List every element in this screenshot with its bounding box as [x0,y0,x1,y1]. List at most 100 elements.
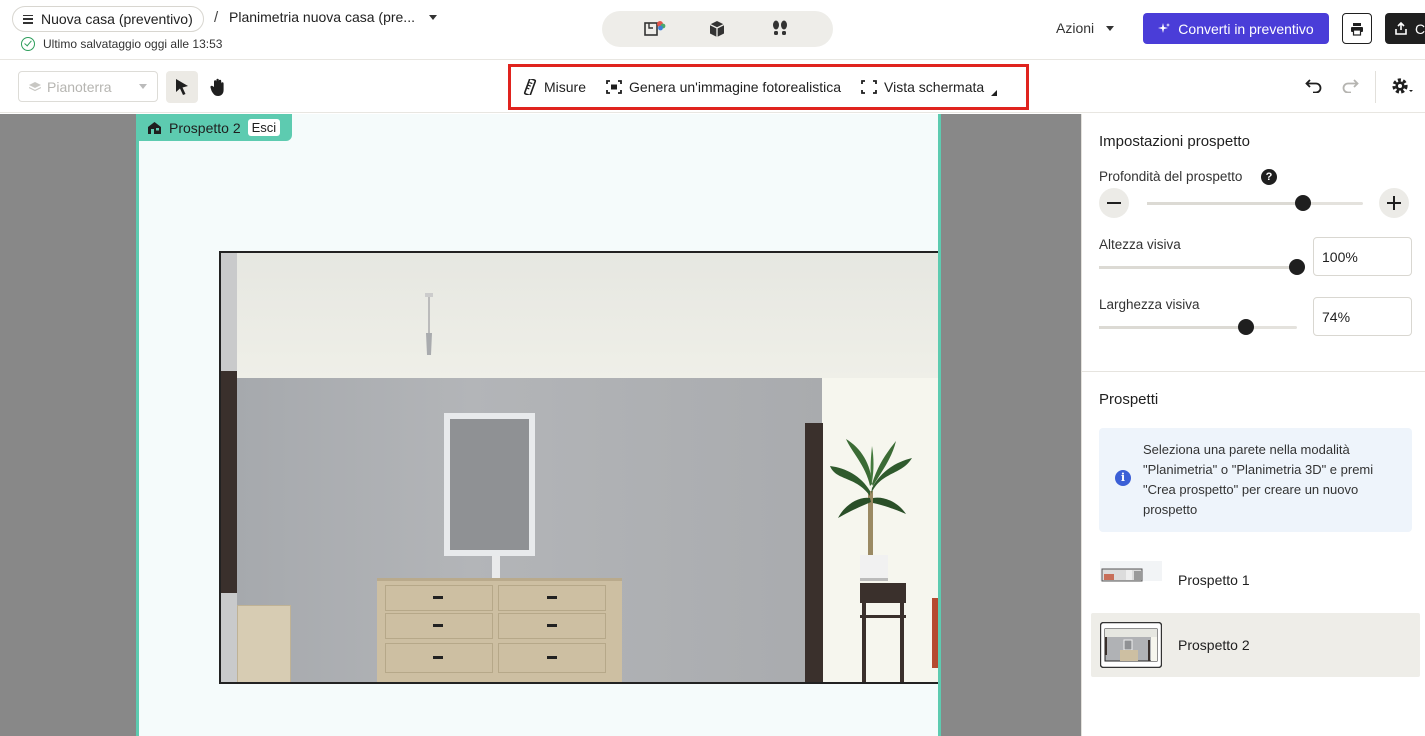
upload-icon [1395,22,1407,35]
photorealistic-label: Genera un'immagine fotorealistica [629,79,842,95]
editor-toolbar: Pianoterra Misure Genera un'immagine fot… [0,61,1425,113]
depth-slider[interactable] [1147,195,1363,211]
elevation-canvas[interactable]: Prospetto 2 Esci [0,114,1081,736]
elevation-item-1[interactable]: Prospetto 1 [1091,548,1420,612]
elevation-thumbnail [1100,557,1162,603]
convert-to-quote-button[interactable]: Converti in preventivo [1143,13,1329,44]
measures-label: Misure [544,79,587,95]
width-label: Larghezza visiva [1099,297,1200,312]
width-input[interactable]: 74% [1313,297,1412,336]
plus-icon [1387,196,1401,210]
plant-pot [860,555,888,581]
select-tool-button[interactable] [166,71,198,103]
ceiling [221,253,938,378]
depth-decrease-button[interactable] [1099,188,1129,218]
hand-icon [210,78,224,96]
redo-button[interactable] [1341,77,1359,96]
undo-icon [1305,79,1322,94]
menu-icon [23,14,33,24]
panel-divider [1082,371,1425,372]
project-menu-button[interactable]: Nuova casa (preventivo) [12,6,204,32]
undo-button[interactable] [1305,77,1323,96]
highlighted-view-tools: Misure Genera un'immagine fotorealistica… [508,64,1029,110]
breadcrumb-separator: / [214,9,219,26]
floorplan-2d-icon[interactable] [640,17,670,41]
exit-elevation-button[interactable]: Esci [247,119,281,136]
width-slider-thumb[interactable] [1237,319,1254,335]
pan-tool-button[interactable] [204,71,232,103]
pendant-lamp [425,293,433,355]
faucet [492,556,500,578]
height-slider[interactable] [1099,259,1305,275]
height-label: Altezza visiva [1099,237,1181,252]
layers-icon [29,81,41,91]
elevation-frame-tag: Prospetto 2 Esci [137,114,292,141]
redo-icon [1342,79,1359,94]
settings-button[interactable] [1390,75,1416,100]
chevron-down-icon [428,14,437,20]
info-text: Seleziona una parete nella modalità "Pla… [1143,442,1374,517]
stool [237,605,291,682]
cursor-arrow-icon [176,79,188,95]
red-object [932,598,938,668]
door-frame-right [805,423,823,682]
door-frame-left [221,371,237,593]
measures-button[interactable]: Misure [523,79,586,95]
view-mode-switch [602,11,833,47]
plant-stand [860,583,906,682]
drawer-handle [433,596,443,599]
convert-label: Converti in preventivo [1178,20,1314,37]
chevron-down-icon [139,84,147,89]
sparkle-icon [1158,22,1171,33]
elevation-thumbnail [1100,622,1162,668]
depth-slider-thumb[interactable] [1294,195,1311,211]
save-status: Ultimo salvataggio oggi alle 13:53 [21,37,222,51]
share-button[interactable]: C [1385,13,1425,44]
floor-label: Pianoterra [47,78,112,95]
check-circle-icon [21,37,35,51]
photorealistic-image-button[interactable]: Genera un'immagine fotorealistica [606,79,841,95]
drawer-handle [433,624,443,627]
share-label: C [1415,20,1425,37]
vanity-cabinet [377,578,622,682]
drawer-handle [547,624,557,627]
chevron-down-icon [1106,25,1115,31]
settings-title: Impostazioni prospetto [1099,133,1250,150]
depth-increase-button[interactable] [1379,188,1409,218]
drawer-handle [433,656,443,659]
actions-label: Azioni [1056,20,1095,36]
drawer-handle [547,596,557,599]
corner-triangle-icon [991,90,998,96]
info-icon: i [1115,470,1131,486]
top-bar: Nuova casa (preventivo) / Planimetria nu… [0,0,1425,60]
print-button[interactable] [1342,13,1372,44]
elevation-frame-label: Prospetto 2 [169,119,241,136]
height-input[interactable]: 100% [1313,237,1412,276]
toolbar-divider [1375,71,1376,103]
plan-name-dropdown[interactable]: Planimetria nuova casa (pre... [229,9,437,25]
elevation-item-label: Prospetto 2 [1178,637,1250,653]
elevation-item-2[interactable]: Prospetto 2 [1091,613,1420,677]
3d-box-icon[interactable] [702,17,732,41]
save-status-text: Ultimo salvataggio oggi alle 13:53 [43,37,223,51]
minus-icon [1107,202,1121,204]
drawer-handle [547,656,557,659]
plan-name: Planimetria nuova casa (pre... [229,9,415,25]
help-icon[interactable]: ? [1261,169,1277,185]
gear-icon [1392,78,1413,94]
project-name: Nuova casa (preventivo) [41,11,193,27]
walkthrough-footsteps-icon[interactable] [765,17,795,41]
elevations-title: Prospetti [1099,391,1159,408]
fullscreen-button[interactable]: Vista schermata [861,78,998,96]
fullscreen-label: Vista schermata [884,79,985,95]
elevation-settings-panel: Impostazioni prospetto Profondità del pr… [1081,114,1425,736]
actions-dropdown[interactable]: Azioni [1056,20,1115,36]
mirror [444,413,535,556]
elevation-rendering [219,251,938,684]
height-slider-thumb[interactable] [1289,259,1305,275]
width-slider[interactable] [1099,319,1297,335]
elevation-item-label: Prospetto 1 [1178,572,1250,588]
floor-select[interactable]: Pianoterra [18,71,158,102]
elevation-house-icon [148,121,161,134]
fullscreen-icon [861,80,877,94]
